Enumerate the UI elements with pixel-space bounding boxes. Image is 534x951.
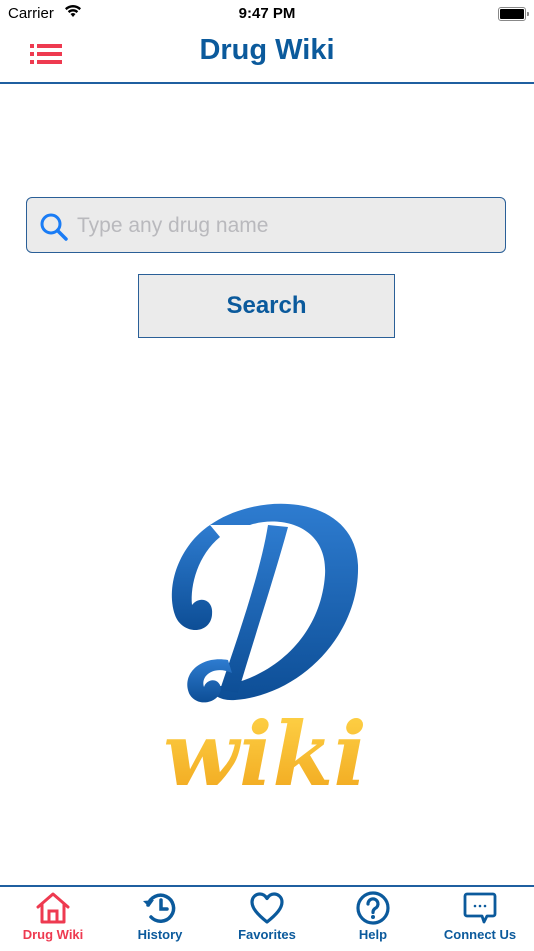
logo-letter-d bbox=[171, 503, 359, 703]
tab-help[interactable]: Help bbox=[320, 891, 426, 951]
search-button[interactable]: Search bbox=[138, 274, 395, 338]
tab-drug-wiki[interactable]: Drug Wiki bbox=[0, 891, 106, 951]
page-title: Drug Wiki bbox=[199, 34, 335, 66]
status-bar: Carrier 9:47 PM bbox=[0, 0, 534, 28]
search-input[interactable] bbox=[75, 198, 499, 253]
tab-label: Favorites bbox=[238, 927, 296, 942]
tab-label: Drug Wiki bbox=[22, 927, 84, 942]
tab-label: Connect Us bbox=[443, 927, 517, 942]
tab-label: Help bbox=[358, 927, 388, 942]
chat-icon bbox=[463, 892, 497, 924]
battery-icon bbox=[498, 7, 529, 21]
search-field[interactable] bbox=[26, 197, 506, 253]
navigation-bar: Drug Wiki bbox=[0, 28, 534, 84]
search-icon bbox=[40, 213, 68, 241]
logo-word: wiki bbox=[163, 702, 367, 795]
tab-label: History bbox=[137, 927, 183, 942]
tab-bar: Drug Wiki History Favorites Help Connect… bbox=[0, 885, 534, 950]
heart-icon bbox=[250, 892, 284, 924]
drug-wiki-logo: wiki bbox=[163, 503, 367, 795]
tab-favorites[interactable]: Favorites bbox=[214, 891, 320, 951]
history-icon bbox=[143, 893, 176, 923]
tab-history[interactable]: History bbox=[107, 891, 213, 951]
tab-connect-us[interactable]: Connect Us bbox=[427, 891, 533, 951]
home-icon bbox=[36, 892, 70, 924]
clock: 9:47 PM bbox=[238, 5, 296, 22]
help-icon bbox=[356, 891, 390, 925]
